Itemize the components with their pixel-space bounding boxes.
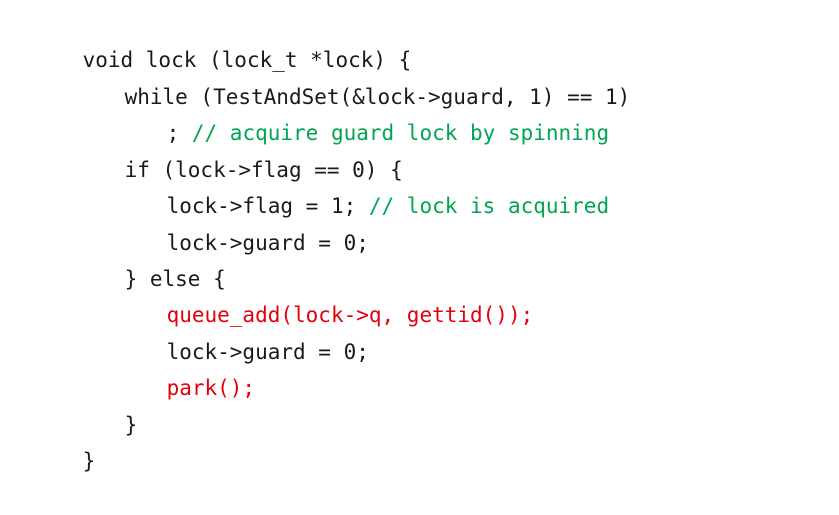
code-line-6: lock->guard = 0;: [116, 189, 369, 255]
code-line-1: void lock (lock_t *lock) {: [32, 6, 412, 72]
code-token: }: [82, 449, 96, 473]
code-line-4: if (lock->flag == 0) {: [74, 116, 403, 182]
code-line-5: lock->flag = 1; // lock is acquired: [116, 152, 610, 218]
code-comment: // lock is acquired: [368, 194, 610, 218]
code-line-12: }: [32, 407, 96, 473]
code-highlight: park();: [166, 376, 256, 400]
code-line-10: park();: [116, 334, 256, 400]
code-line-2: while (TestAndSet(&lock->guard, 1) == 1): [74, 43, 631, 109]
code-line-8: queue_add(lock->q, gettid());: [116, 261, 534, 327]
code-line-3: ; // acquire guard lock by spinning: [116, 79, 610, 145]
code-token: }: [124, 413, 138, 437]
code-block: void lock (lock_t *lock) { while (TestAn…: [0, 0, 839, 473]
code-line-9: lock->guard = 0;: [116, 298, 369, 364]
code-line-7: } else {: [74, 225, 226, 291]
code-line-11: }: [74, 371, 138, 437]
